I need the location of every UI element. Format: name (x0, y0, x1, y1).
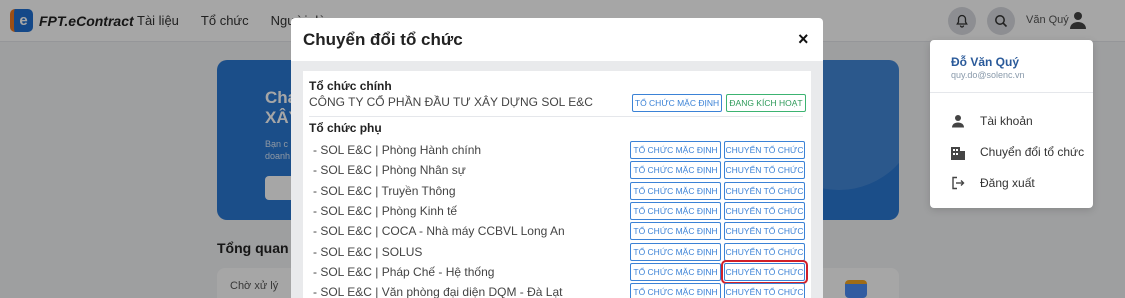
user-menu-name: Đỗ Văn Quý (951, 55, 1020, 69)
set-default-button[interactable]: TỔ CHỨC MẶC ĐỊNH (630, 242, 721, 261)
user-menu-email: quy.do@solenc.vn (951, 70, 1025, 80)
sub-org-name: - SOL E&C | Truyền Thông (313, 183, 456, 198)
modal-body: Tổ chức chính CÔNG TY CỔ PHẦN ĐẦU TƯ XÂY… (291, 61, 823, 298)
main-org-default-button[interactable]: TỔ CHỨC MẶC ĐỊNH (632, 94, 722, 112)
switch-org-button[interactable]: CHUYỂN TỔ CHỨC (724, 201, 805, 220)
sub-org-row: - SOL E&C | Truyền Thông TỔ CHỨC MẶC ĐỊNH… (303, 181, 811, 202)
modal-title: Chuyển đổi tổ chức (303, 30, 463, 49)
switch-org-button[interactable]: CHUYỂN TỔ CHỨC (724, 181, 805, 200)
set-default-button[interactable]: TỔ CHỨC MẶC ĐỊNH (630, 181, 721, 200)
user-menu-divider (930, 92, 1093, 93)
sub-org-row: - SOL E&C | COCA - Nhà máy CCBVL Long An… (303, 222, 811, 242)
switch-org-button[interactable]: CHUYỂN TỔ CHỨC (724, 141, 805, 159)
set-default-button[interactable]: TỔ CHỨC MẶC ĐỊNH (630, 283, 721, 298)
set-default-button[interactable]: TỔ CHỨC MẶC ĐỊNH (630, 141, 721, 159)
user-menu-item-label: Đăng xuất (980, 176, 1035, 190)
org-panel: Tổ chức chính CÔNG TY CỔ PHẦN ĐẦU TƯ XÂY… (303, 71, 811, 298)
user-menu-item-label: Tài khoản (980, 114, 1033, 128)
switch-org-button[interactable]: CHUYỂN TỔ CHỨC (724, 242, 805, 261)
user-menu-item-label: Chuyển đổi tổ chức (980, 145, 1085, 159)
user-menu-item-account[interactable]: Tài khoản (950, 113, 1033, 129)
switch-org-button[interactable]: CHUYỂN TỔ CHỨC (724, 283, 805, 298)
user-menu-item-logout[interactable]: Đăng xuất (950, 175, 1035, 191)
close-icon[interactable]: × (798, 29, 809, 50)
sub-org-heading: Tổ chức phụ (309, 121, 382, 135)
building-icon (950, 144, 966, 160)
sub-org-name: - SOL E&C | COCA - Nhà máy CCBVL Long An (313, 224, 565, 239)
logout-icon (950, 175, 966, 191)
sub-org-name: - SOL E&C | Văn phòng đại diện DQM - Đà … (313, 285, 563, 298)
main-org-heading: Tổ chức chính (309, 79, 392, 93)
set-default-button[interactable]: TỔ CHỨC MẶC ĐỊNH (630, 161, 721, 180)
sub-org-name: - SOL E&C | Phòng Nhân sự (313, 163, 466, 178)
set-default-button[interactable]: TỔ CHỨC MẶC ĐỊNH (630, 201, 721, 220)
sub-org-row: - SOL E&C | Phòng Kinh tế TỔ CHỨC MẶC ĐỊN… (303, 201, 811, 222)
switch-org-button[interactable]: CHUYỂN TỔ CHỨC (724, 222, 805, 241)
set-default-button[interactable]: TỔ CHỨC MẶC ĐỊNH (630, 222, 721, 241)
section-divider (309, 116, 803, 117)
main-org-name: CÔNG TY CỔ PHẦN ĐẦU TƯ XÂY DỰNG SOL E&C (309, 95, 593, 109)
user-menu: Đỗ Văn Quý quy.do@solenc.vn Tài khoản Ch… (930, 40, 1093, 208)
sub-org-name: - SOL E&C | Phòng Kinh tế (313, 203, 458, 218)
switch-org-modal: Chuyển đổi tổ chức × Tổ chức chính CÔNG … (291, 18, 823, 298)
sub-org-name: - SOL E&C | SOLUS (313, 244, 423, 259)
sub-org-name: - SOL E&C | Phòng Hành chính (313, 143, 482, 157)
sub-org-row: - SOL E&C | Văn phòng đại diện DQM - Đà … (303, 283, 811, 298)
user-icon (950, 113, 966, 129)
sub-org-row: - SOL E&C | Pháp Chế - Hệ thống TỔ CHỨC M… (303, 259, 811, 284)
sub-org-name: - SOL E&C | Pháp Chế - Hệ thống (313, 264, 495, 279)
sub-org-row: - SOL E&C | Phòng Hành chính TỔ CHỨC MẶC … (303, 141, 811, 161)
switch-org-button[interactable]: CHUYỂN TỔ CHỨC (721, 259, 808, 284)
sub-org-row: - SOL E&C | Phòng Nhân sự TỔ CHỨC MẶC ĐỊN… (303, 161, 811, 181)
set-default-button[interactable]: TỔ CHỨC MẶC ĐỊNH (630, 262, 721, 281)
switch-org-button[interactable]: CHUYỂN TỔ CHỨC (724, 161, 805, 180)
user-menu-item-switch-org[interactable]: Chuyển đổi tổ chức (950, 144, 1084, 160)
main-org-active-badge: ĐANG KÍCH HOẠT (726, 94, 806, 112)
sub-org-row: - SOL E&C | SOLUS TỔ CHỨC MẶC ĐỊNH CHUYỂN … (303, 242, 811, 263)
